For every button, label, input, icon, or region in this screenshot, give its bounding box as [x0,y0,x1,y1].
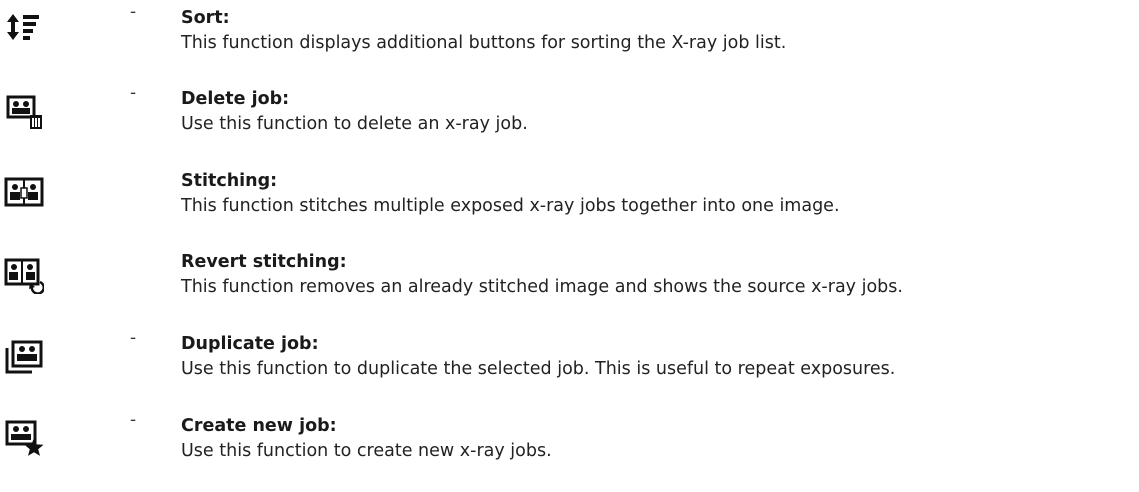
entry-description: Use this function to delete an x-ray job… [181,114,528,134]
entry-title: Stitching: [181,171,278,191]
bullet-dash: - [130,83,137,103]
bullet-dash: - [130,2,137,22]
create-new-job-icon [4,418,44,458]
entry-description: Use this function to duplicate the selec… [181,359,896,379]
entry-description: Use this function to create new x-ray jo… [181,441,552,461]
function-entry-sort: - Sort: This function displays additiona… [0,2,1139,78]
stitching-icon [4,173,44,213]
bullet-dash: - [130,328,137,348]
bullet-dash: - [130,410,137,430]
entry-description: This function removes an already stitche… [181,277,903,297]
sort-icon [4,10,44,50]
function-entry-stitching: Stitching: This function stitches multip… [0,171,1139,241]
function-entry-revert-stitching: Revert stitching: This function removes … [0,252,1139,322]
entry-title: Sort: [181,8,230,28]
function-entry-delete-job: - Delete job: Use this function to delet… [0,83,1139,159]
entry-description: This function stitches multiple exposed … [181,196,840,216]
entry-title: Revert stitching: [181,252,347,272]
function-entry-create-new-job: - Create new job: Use this function to c… [0,410,1139,486]
entry-title: Create new job: [181,416,337,436]
entry-title: Delete job: [181,89,290,109]
duplicate-job-icon [4,336,44,376]
entry-description: This function displays additional button… [181,33,787,53]
function-entry-duplicate-job: - Duplicate job: Use this function to du… [0,328,1139,404]
revert-stitching-icon [4,254,44,294]
delete-job-icon [4,91,44,131]
entry-title: Duplicate job: [181,334,319,354]
